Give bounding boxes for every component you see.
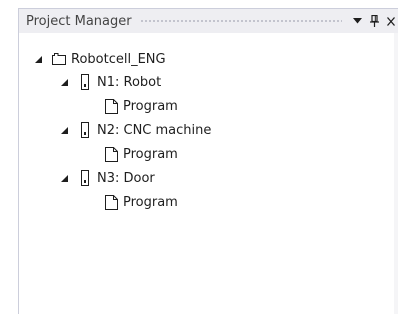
triangle-down-icon (352, 18, 362, 24)
close-button[interactable] (384, 11, 398, 31)
tree-item-n3-program[interactable]: Program (103, 192, 178, 212)
panel-title: Project Manager (26, 13, 132, 29)
document-icon (103, 146, 119, 162)
tree-item-n2-program[interactable]: Program (103, 144, 178, 164)
tree-item-label: Program (123, 146, 178, 162)
device-icon (77, 122, 93, 138)
tree-item-label: N1: Robot (97, 74, 162, 90)
expanded-triangle-icon[interactable] (59, 173, 69, 183)
pin-icon (369, 15, 379, 27)
titlebar-grip[interactable] (139, 18, 342, 24)
tree-item-label: Robotcell_ENG (71, 51, 166, 67)
tree-item-n3[interactable]: N3: Door (59, 168, 155, 188)
document-icon (103, 194, 119, 210)
tree-item-n2[interactable]: N2: CNC machine (59, 120, 211, 140)
scrollbar[interactable] (394, 33, 398, 314)
tree-item-label: N3: Door (97, 170, 155, 186)
panel-titlebar[interactable]: Project Manager (19, 9, 398, 33)
device-icon (77, 74, 93, 90)
expanded-triangle-icon[interactable] (33, 54, 43, 64)
tree-item-label: Program (123, 194, 178, 210)
project-manager-panel: Project Manager Robotcell_ENG N1: Robot … (0, 0, 398, 314)
dropdown-button[interactable] (350, 11, 364, 31)
close-icon (387, 16, 395, 26)
tree-item-label: N2: CNC machine (97, 122, 212, 138)
expanded-triangle-icon[interactable] (59, 77, 69, 87)
expanded-triangle-icon[interactable] (59, 125, 69, 135)
project-folder-icon (51, 51, 67, 67)
pin-button[interactable] (367, 11, 381, 31)
device-icon (77, 170, 93, 186)
tree-item-n1[interactable]: N1: Robot (59, 72, 161, 92)
document-icon (103, 98, 119, 114)
tree-item-n1-program[interactable]: Program (103, 96, 178, 116)
tree-item-label: Program (123, 98, 178, 114)
tree-item-root[interactable]: Robotcell_ENG (33, 49, 166, 69)
